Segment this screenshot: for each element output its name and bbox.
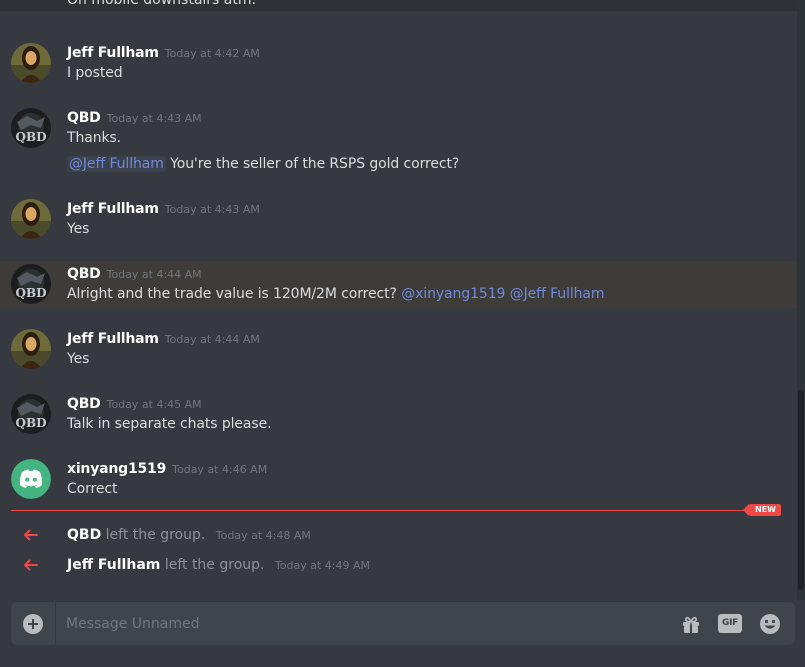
add-icon[interactable]	[23, 614, 43, 634]
timestamp: Today at 4:44 AM	[164, 333, 260, 346]
timestamp: Today at 4:49 AM	[274, 559, 371, 572]
timestamp: Today at 4:44 AM	[106, 268, 202, 281]
message-group-highlighted: QBD QBD Today at 4:44 AM Alright and the …	[0, 261, 797, 308]
discord-avatar[interactable]	[11, 459, 51, 499]
timestamp: Today at 4:43 AM	[164, 203, 260, 216]
qbd-avatar[interactable]: QBD	[11, 264, 51, 304]
message-header: Jeff Fullham Today at 4:42 AM	[67, 42, 260, 61]
user-name[interactable]: Jeff Fullham	[67, 557, 160, 573]
system-message: QBD left the group. Today at 4:48 AM	[0, 525, 797, 547]
message-text: Yes	[67, 221, 90, 237]
gif-icon[interactable]: GIF	[718, 614, 742, 633]
message-text-rest: You're the seller of the RSPS gold corre…	[170, 156, 460, 172]
message-header: QBD Today at 4:43 AM	[67, 107, 202, 126]
message-group: Jeff Fullham Today at 4:44 AM Yes	[0, 323, 797, 383]
mona-lisa-avatar[interactable]	[11, 199, 51, 239]
new-badge: NEW	[743, 504, 781, 516]
message-composer: GIF	[11, 602, 795, 645]
message-list: Jeff Fullham Today at 4:42 AM I posted QB…	[0, 11, 797, 601]
message-text: Alright and the trade value is 120M/2M c…	[67, 286, 605, 302]
author-name[interactable]: QBD	[67, 396, 101, 412]
system-message: Jeff Fullham left the group. Today at 4:…	[0, 555, 797, 577]
message-header: QBD Today at 4:45 AM	[67, 393, 202, 412]
author-name[interactable]: Jeff Fullham	[67, 201, 159, 217]
user-mention[interactable]: @Jeff Fullham	[67, 156, 166, 172]
author-name[interactable]: QBD	[67, 110, 101, 126]
user-mention[interactable]: @xinyang1519	[401, 286, 505, 302]
message-input[interactable]	[66, 602, 666, 645]
left-arrow-icon	[24, 559, 38, 571]
message-text: I posted	[67, 65, 123, 81]
message-header: xinyang1519 Today at 4:46 AM	[67, 458, 267, 477]
message-group: Jeff Fullham Today at 4:42 AM I posted	[0, 37, 797, 97]
timestamp: Today at 4:45 AM	[106, 398, 202, 411]
message-text: Yes	[67, 351, 90, 367]
chat-window: On mobile downstairs atm. Jeff Fullham To…	[0, 0, 805, 667]
message-group: xinyang1519 Today at 4:46 AM Correct	[0, 453, 797, 509]
new-messages-divider: NEW	[11, 504, 781, 516]
author-name[interactable]: QBD	[67, 266, 101, 282]
message-group: QBD QBD Today at 4:45 AM Talk in separate…	[0, 388, 797, 448]
system-message-text: QBD left the group. Today at 4:48 AM	[67, 527, 311, 543]
message-header: Jeff Fullham Today at 4:44 AM	[67, 328, 260, 347]
message-text: @Jeff Fullham You're the seller of the R…	[67, 156, 459, 172]
svg-text:QBD: QBD	[15, 286, 46, 300]
mona-lisa-avatar[interactable]	[11, 329, 51, 369]
system-action: left the group.	[164, 557, 265, 573]
partial-message: On mobile downstairs atm.	[67, 0, 256, 8]
timestamp: Today at 4:42 AM	[164, 47, 260, 60]
message-header: Jeff Fullham Today at 4:43 AM	[67, 198, 260, 217]
message-header: QBD Today at 4:44 AM	[67, 263, 202, 282]
timestamp: Today at 4:48 AM	[215, 529, 311, 542]
author-name[interactable]: Jeff Fullham	[67, 45, 159, 61]
user-name[interactable]: QBD	[67, 527, 101, 543]
system-action: left the group.	[105, 527, 206, 543]
divider	[55, 602, 56, 645]
message-text: Thanks.	[67, 130, 122, 146]
qbd-avatar[interactable]: QBD	[11, 394, 51, 434]
qbd-avatar[interactable]: QBD	[11, 108, 51, 148]
system-message-text: Jeff Fullham left the group. Today at 4:…	[67, 557, 370, 573]
gift-icon[interactable]	[680, 613, 702, 635]
scrollbar-thumb[interactable]	[798, 390, 804, 590]
user-mention[interactable]: @Jeff Fullham	[510, 286, 605, 302]
author-name[interactable]: Jeff Fullham	[67, 331, 159, 347]
message-group: Jeff Fullham Today at 4:43 AM Yes	[0, 193, 797, 253]
mona-lisa-avatar[interactable]	[11, 43, 51, 83]
timestamp: Today at 4:46 AM	[172, 463, 268, 476]
svg-text:QBD: QBD	[15, 130, 46, 144]
emoji-icon[interactable]	[759, 613, 781, 635]
author-name[interactable]: xinyang1519	[67, 461, 166, 477]
message-text-body: Alright and the trade value is 120M/2M c…	[67, 286, 397, 302]
left-arrow-icon	[24, 529, 38, 541]
timestamp: Today at 4:43 AM	[106, 112, 202, 125]
message-text: Correct	[67, 481, 118, 497]
message-text: Talk in separate chats please.	[67, 416, 272, 432]
top-bar: On mobile downstairs atm.	[0, 0, 805, 11]
svg-text:QBD: QBD	[15, 416, 46, 430]
message-group: QBD QBD Today at 4:43 AM Thanks. @Jeff Fu…	[0, 102, 797, 182]
